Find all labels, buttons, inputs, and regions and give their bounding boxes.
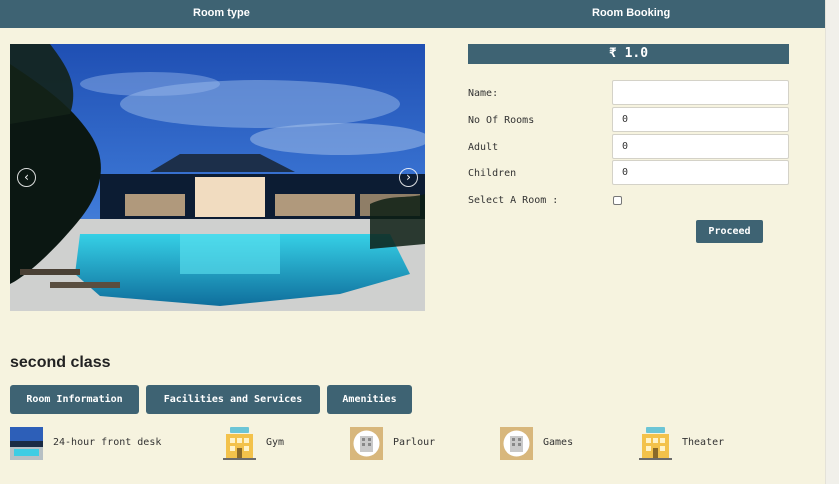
- resort-photo-icon: [10, 427, 43, 460]
- select-room-checkbox[interactable]: [613, 196, 622, 205]
- select-room-label: Select A Room :: [468, 195, 559, 206]
- room-class-title: second class: [10, 354, 111, 371]
- page-scrollbar[interactable]: [825, 0, 839, 484]
- room-image-slider[interactable]: ‹ ›: [10, 44, 425, 311]
- room-booking-heading: Room Booking: [592, 7, 671, 19]
- facility-label: Theater: [682, 437, 725, 448]
- facility-label: Parlour: [393, 437, 436, 448]
- proceed-button[interactable]: Proceed: [696, 220, 763, 243]
- tab-facilities-and-services[interactable]: Facilities and Services: [146, 385, 320, 414]
- facility-label: Games: [543, 437, 574, 448]
- building-badge-icon: [500, 427, 533, 460]
- facility-label: Gym: [266, 437, 285, 448]
- name-field[interactable]: [612, 80, 789, 105]
- tab-amenities[interactable]: Amenities: [327, 385, 412, 414]
- slider-prev-button[interactable]: ‹: [17, 168, 36, 187]
- price-display: ₹ 1.0: [468, 44, 789, 64]
- top-header-bar: Room type Room Booking: [0, 0, 825, 28]
- hotel-pool-photo: [10, 44, 425, 311]
- adult-label: Adult: [468, 142, 499, 153]
- rooms-label: No Of Rooms: [468, 115, 535, 126]
- slider-next-button[interactable]: ›: [399, 168, 418, 187]
- children-label: Children: [468, 168, 517, 179]
- rooms-field[interactable]: 0: [612, 107, 789, 132]
- children-field[interactable]: 0: [612, 160, 789, 185]
- adult-field[interactable]: 0: [612, 134, 789, 159]
- tab-room-information[interactable]: Room Information: [10, 385, 139, 414]
- name-label: Name:: [468, 88, 499, 99]
- facility-label: 24-hour front desk: [53, 437, 162, 448]
- hotel-building-icon: [639, 427, 672, 460]
- room-type-heading: Room type: [193, 7, 250, 19]
- hotel-building-icon: [223, 427, 256, 460]
- building-badge-icon: [350, 427, 383, 460]
